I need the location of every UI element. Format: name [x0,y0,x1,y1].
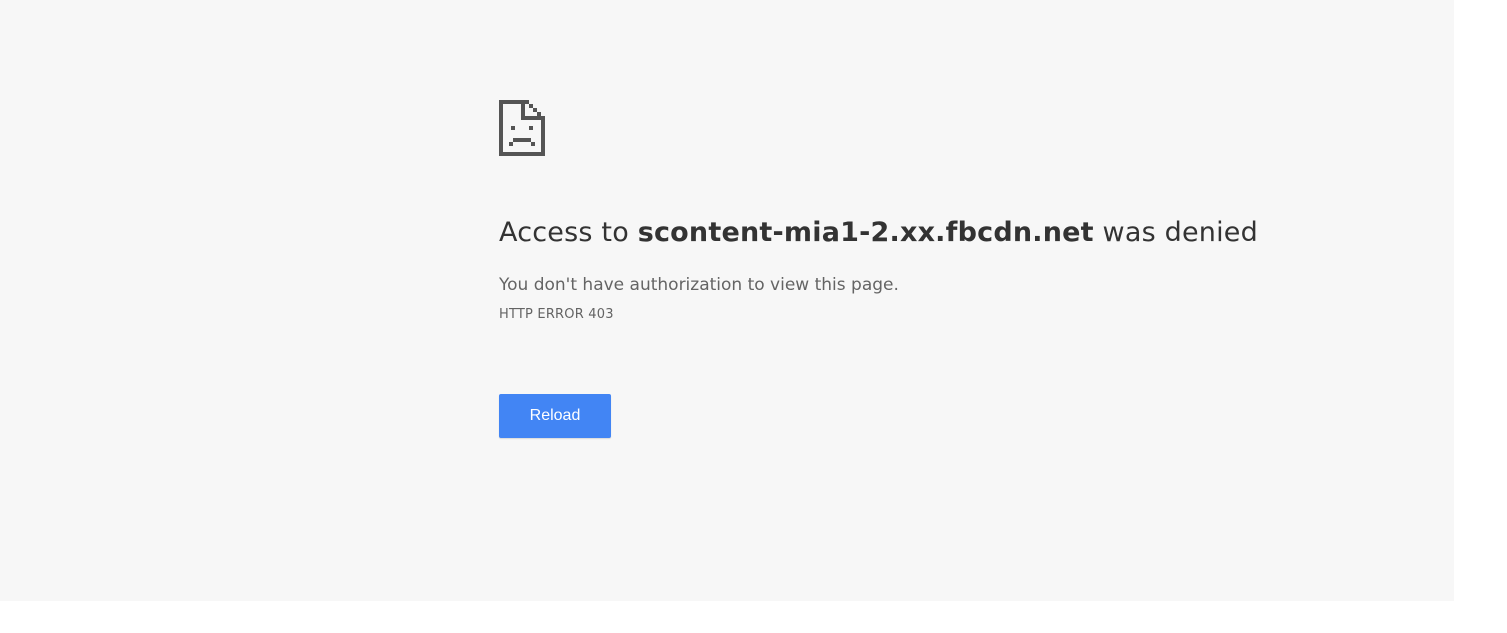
error-summary: You don't have authorization to view thi… [499,275,899,295]
reload-button[interactable]: Reload [499,394,611,438]
browser-viewport: Access to scontent-mia1-2.xx.fbcdn.net w… [0,0,1454,601]
error-content: Access to scontent-mia1-2.xx.fbcdn.net w… [499,100,1399,438]
sad-document-icon [499,100,545,156]
blocked-host: scontent-mia1-2.xx.fbcdn.net [637,217,1094,248]
headline-prefix: Access to [499,217,638,248]
headline-suffix: was denied [1093,217,1258,248]
page-title: Access to scontent-mia1-2.xx.fbcdn.net w… [499,216,1258,250]
error-code: HTTP ERROR 403 [499,307,614,322]
